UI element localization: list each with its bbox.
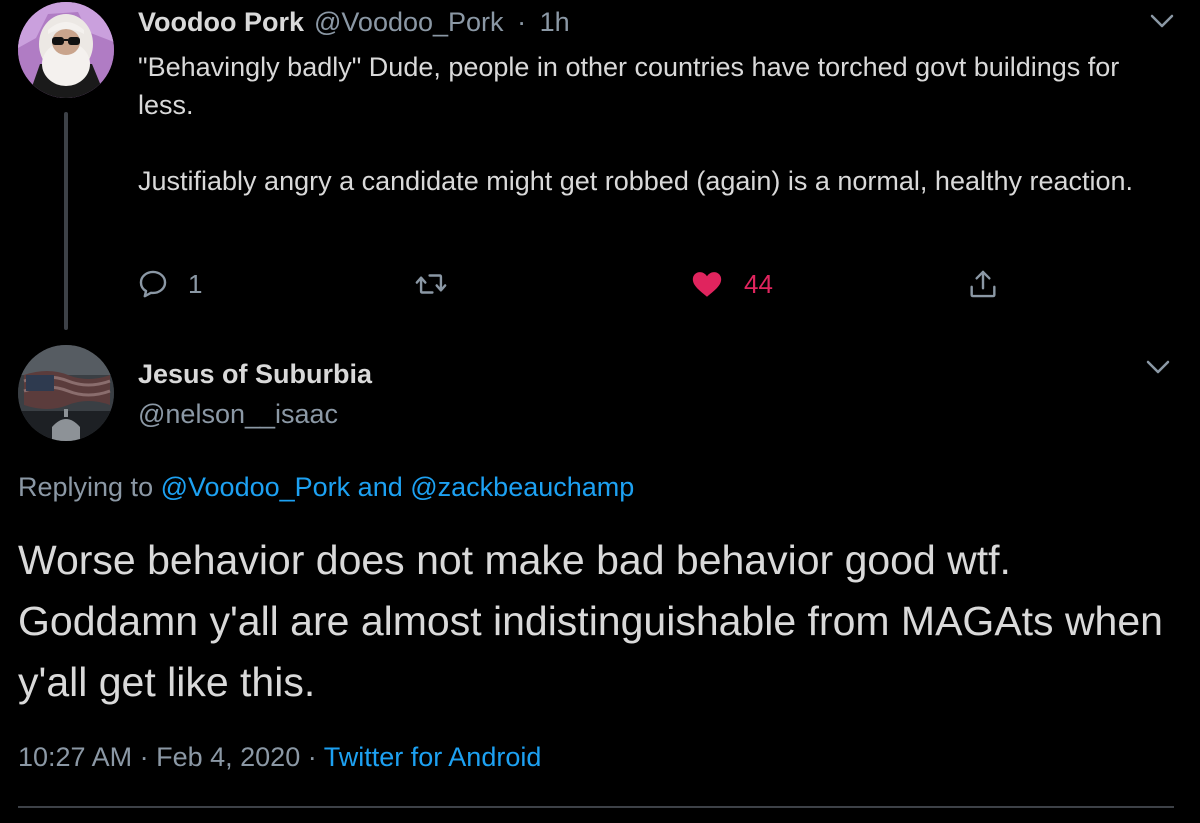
thread-connector-line	[64, 112, 68, 330]
retweet-button[interactable]	[414, 266, 448, 302]
tweet1-text: "Behavingly badly" Dude, people in other…	[138, 48, 1158, 200]
replying-prefix: Replying to	[18, 472, 154, 502]
tweet2-separator-1: ·	[139, 742, 149, 772]
tweet2-display-name[interactable]: Jesus of Suburbia	[138, 356, 372, 392]
flag-capitol-avatar-icon	[18, 345, 114, 441]
tweet2-date[interactable]: Feb 4, 2020	[156, 742, 300, 772]
reply-button[interactable]: 1	[136, 266, 202, 302]
share-upload-icon	[970, 270, 996, 298]
tweet2-handle[interactable]: @nelson__isaac	[138, 396, 338, 432]
tweet1-paragraph-1: "Behavingly badly" Dude, people in other…	[138, 52, 1120, 120]
tweet1-header: Voodoo Pork @Voodoo_Pork · 1h	[138, 3, 570, 41]
heart-filled-icon	[692, 272, 722, 297]
reply-mention-zackbeauchamp[interactable]: @zackbeauchamp	[410, 472, 634, 502]
tweet1-more-chevron-down-icon[interactable]	[1148, 12, 1176, 30]
tweet2-footer: 10:27 AM · Feb 4, 2020 · Twitter for And…	[18, 738, 541, 776]
tweet2-text: Worse behavior does not make bad behavio…	[18, 537, 1163, 705]
replying-to-line: Replying to @Voodoo_Pork and @zackbeauch…	[18, 468, 634, 506]
divider	[18, 806, 1174, 808]
jesus-of-suburbia-avatar[interactable]	[18, 345, 114, 441]
voodoo-pork-avatar[interactable]	[18, 2, 114, 98]
tweet1-separator: ·	[517, 7, 527, 37]
tweet1-paragraph-2: Justifiably angry a candidate might get …	[138, 166, 1134, 196]
like-count: 44	[744, 268, 773, 299]
share-button[interactable]	[966, 266, 1000, 302]
retweet-icon	[415, 274, 447, 294]
replying-and[interactable]: and	[358, 472, 403, 502]
tweet2-separator-2: ·	[307, 742, 317, 772]
bearded-man-avatar-icon	[18, 2, 114, 98]
like-button[interactable]: 44	[690, 266, 773, 302]
tweet1-display-name[interactable]: Voodoo Pork	[138, 7, 304, 37]
tweet2-time[interactable]: 10:27 AM	[18, 742, 132, 772]
reply-bubble-icon	[139, 270, 167, 298]
tweet1-handle[interactable]: @Voodoo_Pork	[314, 7, 504, 37]
tweet1-time[interactable]: 1h	[540, 7, 570, 37]
tweet2-source[interactable]: Twitter for Android	[324, 742, 542, 772]
reply-count: 1	[188, 268, 203, 299]
tweet2-more-chevron-down-icon[interactable]	[1144, 358, 1172, 376]
reply-mention-voodoo-pork[interactable]: @Voodoo_Pork	[161, 472, 351, 502]
